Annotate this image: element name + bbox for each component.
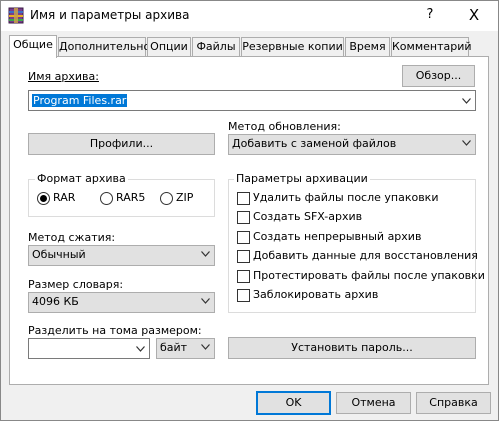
split-unit-select[interactable]: байт xyxy=(156,338,215,359)
update-method-select[interactable]: Добавить с заменой файлов xyxy=(228,134,476,155)
chevron-down-icon xyxy=(201,344,210,350)
tab-comment[interactable]: Комментарий xyxy=(391,37,472,57)
general-tab-panel: Имя архива: Обзор... Program Files.rar П… xyxy=(9,56,489,385)
archive-name-input[interactable]: Program Files.rar xyxy=(28,90,476,111)
compression-method-value: Обычный xyxy=(32,248,86,261)
recovery-record-label[interactable]: Добавить данные для восстановления xyxy=(253,249,478,262)
dictionary-size-label: Размер словаря: xyxy=(28,278,124,291)
format-rar5-label[interactable]: RAR5 xyxy=(116,191,145,204)
close-icon[interactable]: X xyxy=(453,1,495,31)
archive-name-value: Program Files.rar xyxy=(32,94,128,107)
title-bar: Имя и параметры архива ? X xyxy=(1,1,498,31)
solid-archive-label[interactable]: Создать непрерывный архив xyxy=(253,230,421,243)
tab-backup[interactable]: Резервные копии xyxy=(241,37,344,57)
format-zip-radio[interactable] xyxy=(160,192,173,205)
profiles-button[interactable]: Профили... xyxy=(28,133,215,155)
split-volumes-label: Разделить на тома размером: xyxy=(28,324,202,337)
split-unit-value: байт xyxy=(160,341,188,354)
lock-archive-label[interactable]: Заблокировать архив xyxy=(253,288,378,301)
archive-name-label: Имя архива: xyxy=(28,70,99,83)
compression-method-label: Метод сжатия: xyxy=(28,231,116,244)
tab-general[interactable]: Общие xyxy=(9,35,57,58)
archive-dialog: Имя и параметры архива ? X Общие Дополни… xyxy=(0,0,499,421)
recovery-record-checkbox[interactable] xyxy=(237,250,250,263)
ok-button[interactable]: OK xyxy=(256,391,331,415)
compression-method-select[interactable]: Обычный xyxy=(28,245,215,266)
archiving-options-title: Параметры архивации xyxy=(234,172,370,185)
solid-archive-checkbox[interactable] xyxy=(237,231,250,244)
archive-format-title: Формат архива xyxy=(35,172,128,185)
chevron-down-icon xyxy=(201,298,210,304)
test-files-label[interactable]: Протестировать файлы после упаковки xyxy=(253,269,485,282)
tab-advanced[interactable]: Дополнительно xyxy=(58,37,150,57)
create-sfx-checkbox[interactable] xyxy=(237,211,250,224)
help-button[interactable]: Справка xyxy=(416,392,491,414)
delete-files-label[interactable]: Удалить файлы после упаковки xyxy=(253,191,438,204)
format-rar-label[interactable]: RAR xyxy=(53,191,75,204)
winrar-archive-icon xyxy=(8,7,24,24)
format-rar-radio[interactable] xyxy=(37,192,50,205)
chevron-down-icon xyxy=(201,251,210,257)
create-sfx-label[interactable]: Создать SFX-архив xyxy=(253,210,362,223)
tab-time[interactable]: Время xyxy=(345,37,390,57)
lock-archive-checkbox[interactable] xyxy=(237,289,250,302)
delete-files-checkbox[interactable] xyxy=(237,192,250,205)
update-method-value: Добавить с заменой файлов xyxy=(232,137,397,150)
tab-options[interactable]: Опции xyxy=(147,37,191,57)
dictionary-size-select[interactable]: 4096 КБ xyxy=(28,292,215,313)
window-title: Имя и параметры архива xyxy=(30,8,190,22)
chevron-down-icon[interactable] xyxy=(136,346,145,352)
help-icon[interactable]: ? xyxy=(409,1,451,31)
cancel-button[interactable]: Отмена xyxy=(336,392,411,414)
chevron-down-icon xyxy=(462,140,471,146)
format-zip-label[interactable]: ZIP xyxy=(176,191,193,204)
format-rar5-radio[interactable] xyxy=(100,192,113,205)
set-password-button[interactable]: Установить пароль... xyxy=(228,337,476,359)
split-volumes-input[interactable] xyxy=(28,338,150,359)
browse-button[interactable]: Обзор... xyxy=(402,65,475,87)
update-method-label: Метод обновления: xyxy=(228,120,341,133)
chevron-down-icon[interactable] xyxy=(462,98,471,104)
dictionary-size-value: 4096 КБ xyxy=(32,295,79,308)
tab-files[interactable]: Файлы xyxy=(192,37,240,57)
test-files-checkbox[interactable] xyxy=(237,270,250,283)
